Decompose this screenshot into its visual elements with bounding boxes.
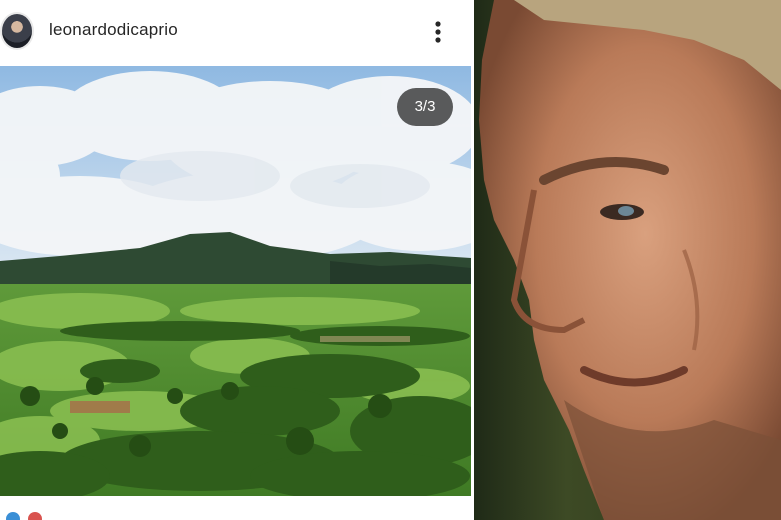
carousel-counter-badge: 3/3 [397, 88, 453, 126]
profile-avatar[interactable] [0, 12, 34, 50]
username-link[interactable]: leonardodicaprio [49, 20, 178, 40]
post-photo-landscape[interactable] [0, 66, 471, 496]
instagram-post: leonardodicaprio 3/3 [0, 0, 471, 520]
post-footer [0, 496, 471, 520]
more-options-button[interactable] [428, 18, 448, 46]
more-vertical-icon [435, 21, 441, 43]
footer-avatar-1 [6, 512, 20, 520]
footer-avatar-2 [28, 512, 42, 520]
portrait-photo [474, 0, 781, 520]
post-header: leonardodicaprio [0, 0, 471, 66]
